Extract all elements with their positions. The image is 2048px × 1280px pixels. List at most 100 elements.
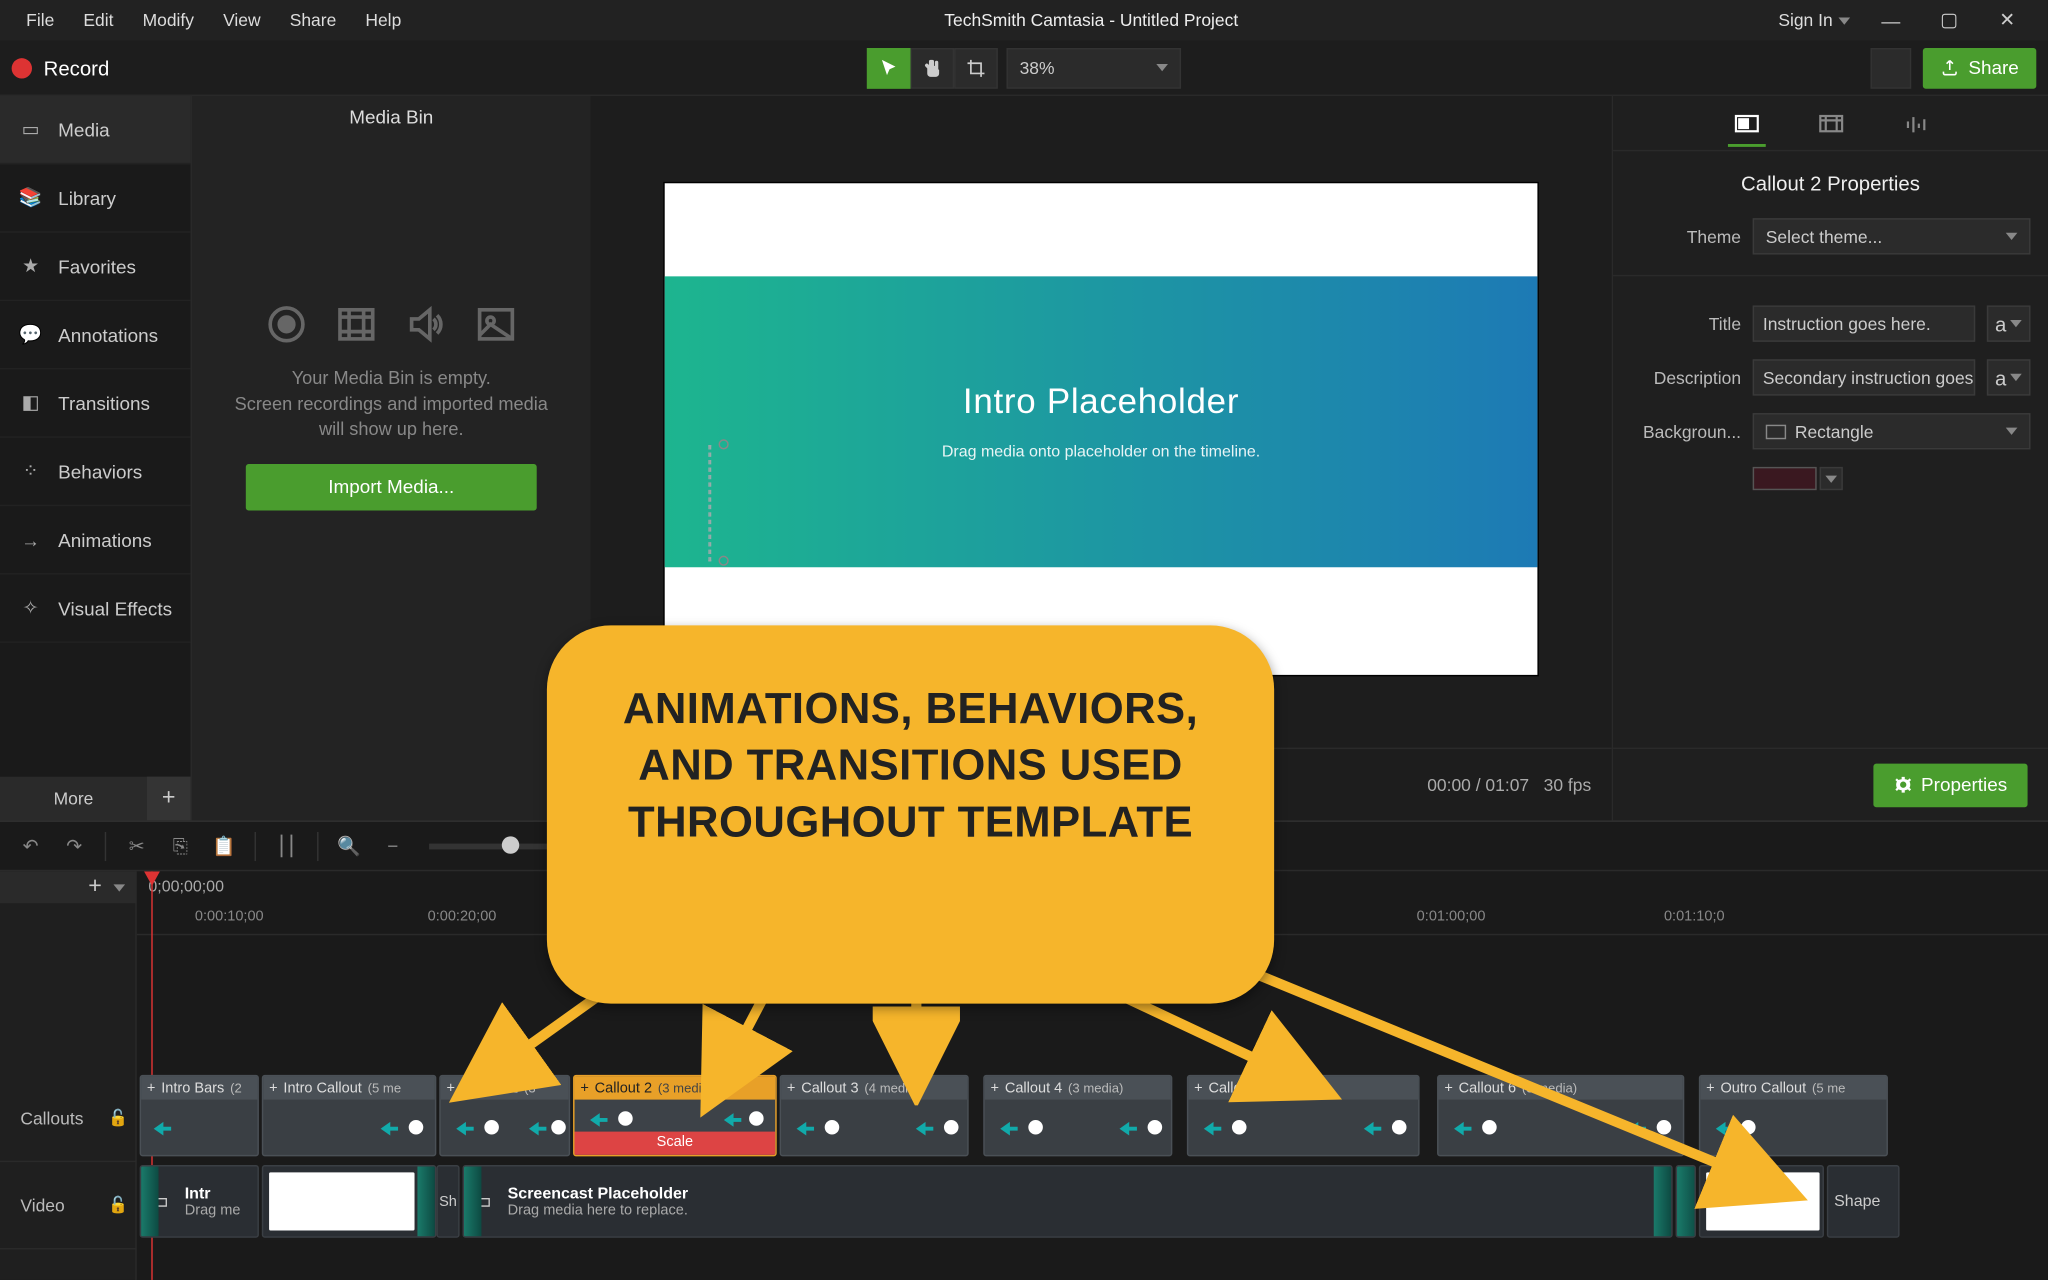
undo-button[interactable]: ↶ <box>15 830 47 862</box>
selection-handle[interactable] <box>719 556 729 566</box>
track-header-callouts[interactable]: Callouts🔓 <box>0 1075 137 1162</box>
track-headers: + Callouts🔓 Video🔓 <box>0 871 137 1280</box>
video-clip-shape[interactable]: Shape <box>1827 1165 1900 1238</box>
chevron-down-icon <box>2006 428 2018 435</box>
annotation-text: ANIMATIONS, BEHAVIORS, AND TRANSITIONS U… <box>596 681 1224 851</box>
transition-icon: ◧ <box>17 391 43 414</box>
import-media-button[interactable]: Import Media... <box>246 463 537 510</box>
zoom-dropdown[interactable]: 38% <box>1007 47 1182 88</box>
download-button[interactable] <box>1871 47 1912 88</box>
media-bin-empty-text: Your Media Bin is empty.Screen recording… <box>192 367 591 443</box>
video-thumbnail <box>269 1172 414 1230</box>
tab-animations[interactable]: →Animations <box>0 506 191 574</box>
wand-icon: ✧ <box>17 596 43 619</box>
menu-file[interactable]: File <box>12 4 69 36</box>
paste-button[interactable]: 📋 <box>208 830 240 862</box>
add-tab-button[interactable]: + <box>147 777 191 821</box>
lock-icon[interactable]: 🔓 <box>108 1108 128 1127</box>
theme-dropdown[interactable]: Select theme... <box>1753 218 2031 254</box>
crop-tool[interactable] <box>954 47 998 88</box>
star-icon: ★ <box>17 255 43 278</box>
clip-intro-bars[interactable]: +Intro Bars(2 <box>140 1075 259 1156</box>
tab-transitions[interactable]: ◧Transitions <box>0 369 191 437</box>
record-button[interactable]: Record <box>44 56 110 79</box>
sign-in-button[interactable]: Sign In <box>1767 10 1862 30</box>
select-tool[interactable] <box>867 47 911 88</box>
annotation-icon: 💬 <box>17 323 43 346</box>
transition-edge[interactable] <box>464 1167 481 1237</box>
properties-button[interactable]: Properties <box>1873 763 2028 807</box>
top-toolbar: Record 38% Share <box>0 41 2048 96</box>
ruler-tick: 0:00:20;00 <box>428 909 497 925</box>
audio-icon <box>401 300 450 349</box>
lock-icon[interactable]: 🔓 <box>108 1196 128 1215</box>
rectangle-icon <box>1766 424 1786 439</box>
background-dropdown[interactable]: Rectangle <box>1753 413 2031 449</box>
background-label: Backgroun... <box>1630 421 1741 441</box>
more-tabs-button[interactable]: More <box>0 788 147 808</box>
preview-title: Intro Placeholder <box>963 383 1239 424</box>
properties-tab-visual[interactable] <box>1727 108 1765 146</box>
split-button[interactable]: ⎮⎮ <box>271 830 303 862</box>
description-label: Description <box>1630 367 1741 387</box>
transition-edge[interactable] <box>141 1167 158 1237</box>
color-dropdown-button[interactable] <box>1820 467 1843 490</box>
tab-library[interactable]: 📚Library <box>0 164 191 232</box>
chevron-down-icon <box>2011 320 2023 327</box>
maximize-button[interactable]: ▢ <box>1920 9 1978 32</box>
clip-intro-callout[interactable]: +Intro Callout(5 me <box>262 1075 437 1156</box>
selection-handle[interactable] <box>719 439 729 449</box>
scale-animation-bar[interactable]: Scale <box>575 1132 776 1155</box>
video-clip-sh[interactable]: Sh <box>436 1165 459 1238</box>
media-icon: ▭ <box>17 118 43 141</box>
image-icon <box>471 300 520 349</box>
tab-behaviors[interactable]: ⁘Behaviors <box>0 438 191 506</box>
ruler-tick: 0:00:10;00 <box>195 909 264 925</box>
menu-view[interactable]: View <box>209 4 276 36</box>
track-header-video[interactable]: Video🔓 <box>0 1162 137 1249</box>
preview-subtitle: Drag media onto placeholder on the timel… <box>942 444 1260 461</box>
video-clip-intro[interactable]: ▭ IntrDrag me <box>140 1165 259 1238</box>
background-color-swatch[interactable] <box>1753 467 1817 490</box>
record-circle-icon <box>262 300 311 349</box>
menu-share[interactable]: Share <box>275 4 351 36</box>
tab-annotations[interactable]: 💬Annotations <box>0 301 191 369</box>
annotation-arrow <box>1193 931 1818 1222</box>
title-font-button[interactable]: a <box>1987 305 2031 341</box>
properties-title: Callout 2 Properties <box>1613 151 2048 209</box>
properties-tab-audio[interactable] <box>1896 104 1934 142</box>
title-label: Title <box>1630 313 1741 333</box>
tab-media[interactable]: ▭Media <box>0 96 191 164</box>
menu-modify[interactable]: Modify <box>128 4 208 36</box>
behavior-icon: ⁘ <box>17 460 43 483</box>
description-input[interactable]: Secondary instruction goes <box>1753 359 1976 395</box>
zoom-out-button[interactable]: − <box>377 830 409 862</box>
film-icon <box>332 300 381 349</box>
close-button[interactable]: ✕ <box>1978 9 2036 32</box>
share-button[interactable]: Share <box>1923 47 2036 88</box>
properties-tab-video[interactable] <box>1812 104 1850 142</box>
menu-help[interactable]: Help <box>351 4 416 36</box>
video-clip-thumb1[interactable] <box>262 1165 437 1238</box>
track-menu-button[interactable] <box>113 884 125 891</box>
menu-edit[interactable]: Edit <box>69 4 128 36</box>
pan-tool[interactable] <box>911 47 955 88</box>
chevron-down-icon <box>1838 17 1850 24</box>
cut-button[interactable]: ✂ <box>121 830 153 862</box>
minimize-button[interactable]: — <box>1862 9 1920 31</box>
transition-edge[interactable] <box>417 1167 434 1237</box>
chevron-down-icon <box>2006 233 2018 240</box>
tab-favorites[interactable]: ★Favorites <box>0 233 191 301</box>
title-input[interactable]: Instruction goes here. <box>1753 305 1976 341</box>
desc-font-button[interactable]: a <box>1987 359 2031 395</box>
add-track-button[interactable]: + <box>88 874 102 900</box>
animation-icon: → <box>17 529 43 551</box>
window-title: TechSmith Camtasia - Untitled Project <box>416 10 1767 30</box>
redo-button[interactable]: ↷ <box>58 830 90 862</box>
copy-button[interactable]: ⎘ <box>164 830 196 862</box>
left-tab-panel: ▭Media 📚Library ★Favorites 💬Annotations … <box>0 96 192 820</box>
tab-visual-effects[interactable]: ✧Visual Effects <box>0 575 191 643</box>
time-display: 00:00 / 01:07 <box>1427 775 1529 795</box>
canvas-preview[interactable]: Intro Placeholder Drag media onto placeh… <box>665 183 1538 675</box>
selection-guide <box>708 445 711 561</box>
